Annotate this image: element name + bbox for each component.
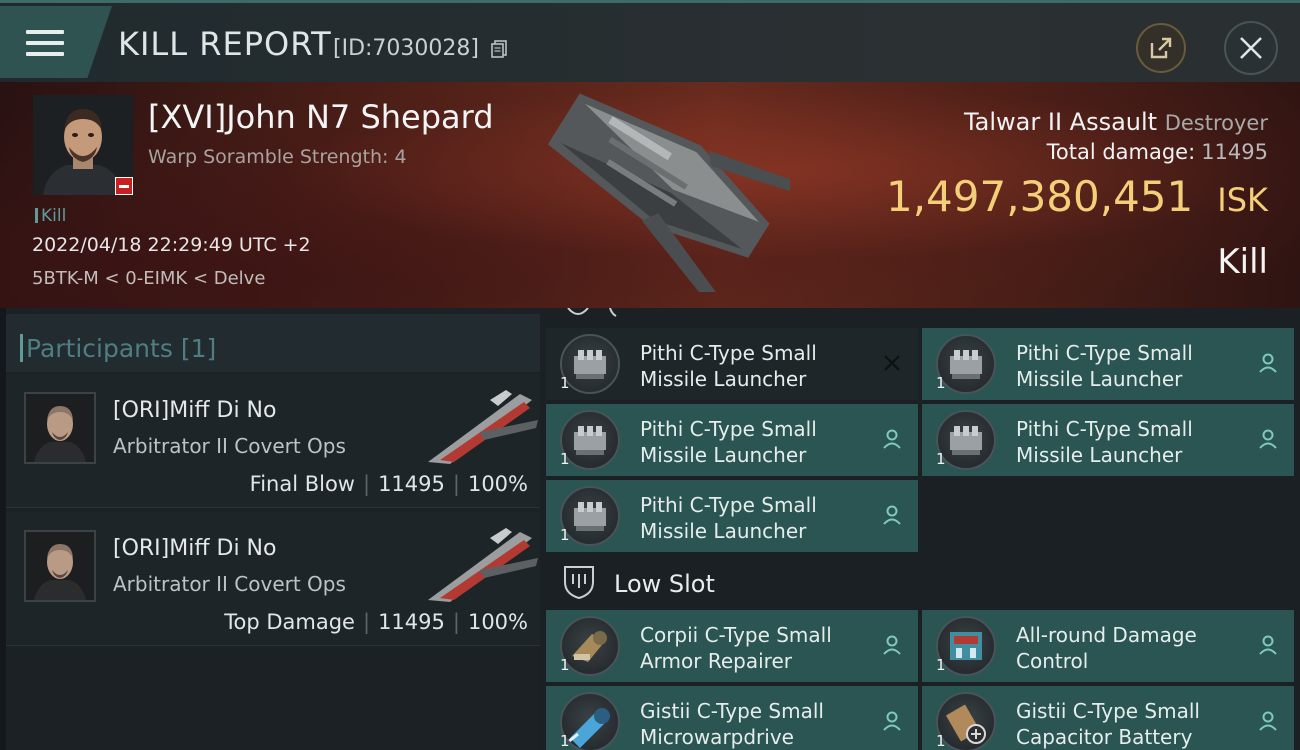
kill-location[interactable]: 5BTK-M < 0-EIMK < Delve xyxy=(32,268,265,289)
module-item[interactable]: 1 Gistii C-Type Small Microwarpdrive xyxy=(546,686,918,750)
module-item[interactable]: 1 Pithi C-Type Small Missile Launcher xyxy=(546,328,918,400)
low-slot-header: Low Slot xyxy=(540,558,1300,608)
kill-tag: Kill xyxy=(35,206,66,226)
participant-name[interactable]: [ORI]Miff Di No xyxy=(113,536,276,561)
shield-slot-icon xyxy=(567,308,617,317)
module-name: All-round Damage Control xyxy=(1016,623,1197,673)
module-quantity: 1 xyxy=(560,374,570,392)
participants-panel: Participants [1] [ORI]Miff Di No Arbitra… xyxy=(6,308,540,750)
menu-button[interactable] xyxy=(0,6,112,78)
participant-percent: 100% xyxy=(467,610,528,634)
participant-ship-image[interactable] xyxy=(420,382,540,468)
victim-ship-class: Destroyer xyxy=(1164,111,1268,135)
participant-ship: Arbitrator II Covert Ops xyxy=(113,434,346,458)
participant-stats: Final Blow | 11495 | 100% xyxy=(249,472,528,496)
module-quantity: 1 xyxy=(936,374,946,392)
participants-count: [1] xyxy=(180,334,217,363)
victim-ship-name: Talwar II Assault xyxy=(963,108,1158,136)
top-bar: KILL REPORT [ID:7030028] xyxy=(0,0,1300,82)
close-icon xyxy=(1240,37,1262,59)
person-icon xyxy=(883,711,901,731)
module-quantity: 1 xyxy=(560,450,570,468)
module-item[interactable]: 1 Corpii C-Type Small Armor Repairer xyxy=(546,610,918,682)
share-icon xyxy=(1150,37,1172,59)
kill-id: [ID:7030028] xyxy=(333,36,479,61)
participant-ship-image[interactable] xyxy=(420,520,540,606)
module-item[interactable]: 1 Gistii C-Type Small Capacitor Battery xyxy=(922,686,1294,750)
shield-slot-icon xyxy=(564,566,594,600)
participant-card[interactable]: [ORI]Miff Di No Arbitrator II Covert Ops… xyxy=(6,512,540,646)
victim-ship-image[interactable] xyxy=(520,88,790,292)
isk-loss: 1,497,380,451 ISK xyxy=(886,172,1268,221)
module-item[interactable]: 1 Pithi C-Type Small Missile Launcher xyxy=(922,404,1294,476)
isk-unit: ISK xyxy=(1217,181,1268,219)
participant-percent: 100% xyxy=(467,472,528,496)
participant-stats: Top Damage | 11495 | 100% xyxy=(224,610,528,634)
participant-role: Final Blow xyxy=(249,472,355,496)
menu-icon[interactable] xyxy=(26,30,64,58)
result-label: Kill xyxy=(1217,242,1268,282)
module-quantity: 1 xyxy=(560,526,570,544)
module-item[interactable]: 1 Pithi C-Type Small Missile Launcher xyxy=(546,404,918,476)
module-name: Pithi C-Type Small Missile Launcher xyxy=(1016,417,1193,467)
page-title: KILL REPORT xyxy=(118,25,332,63)
module-quantity: 1 xyxy=(936,450,946,468)
low-slot-title: Low Slot xyxy=(614,570,715,598)
module-item[interactable]: 1 All-round Damage Control xyxy=(922,610,1294,682)
person-icon xyxy=(1259,429,1277,449)
person-icon xyxy=(1259,635,1277,655)
module-name: Pithi C-Type Small Missile Launcher xyxy=(1016,341,1193,391)
close-button[interactable] xyxy=(1224,21,1278,75)
module-quantity: 1 xyxy=(936,732,946,750)
person-icon xyxy=(883,635,901,655)
copy-icon[interactable] xyxy=(490,39,510,59)
participants-title: Participants [1] xyxy=(19,334,217,363)
kill-tag-label: Kill xyxy=(41,206,67,226)
module-name: Pithi C-Type Small Missile Launcher xyxy=(640,341,817,391)
participant-ship: Arbitrator II Covert Ops xyxy=(113,572,346,596)
total-damage-label: Total damage: xyxy=(1046,140,1196,164)
module-quantity: 1 xyxy=(936,656,946,674)
module-name: Corpii C-Type Small Armor Repairer xyxy=(640,623,832,673)
module-name: Pithi C-Type Small Missile Launcher xyxy=(640,493,817,543)
participant-avatar[interactable] xyxy=(24,392,96,464)
participant-damage: 11495 xyxy=(378,610,445,634)
module-name: Pithi C-Type Small Missile Launcher xyxy=(640,417,817,467)
module-name: Gistii C-Type Small Microwarpdrive xyxy=(640,699,824,749)
faction-badge xyxy=(115,177,133,195)
total-damage: Total damage: 11495 xyxy=(1047,140,1268,164)
module-quantity: 1 xyxy=(560,656,570,674)
participant-role: Top Damage xyxy=(224,610,355,634)
participant-card[interactable]: [ORI]Miff Di No Arbitrator II Covert Ops… xyxy=(6,374,540,508)
participant-damage: 11495 xyxy=(378,472,445,496)
modules-panel: 1 Pithi C-Type Small Missile Launcher 1 P… xyxy=(540,308,1300,750)
x-icon xyxy=(884,355,900,371)
person-icon xyxy=(1259,353,1277,373)
total-damage-value: 11495 xyxy=(1201,140,1268,164)
person-icon xyxy=(1259,711,1277,731)
share-button[interactable] xyxy=(1136,23,1186,73)
victim-ship[interactable]: Talwar II Assault Destroyer xyxy=(964,108,1268,136)
module-quantity: 1 xyxy=(560,732,570,750)
warp-scramble-strength: Warp Soramble Strength: 4 xyxy=(148,146,407,168)
participant-name[interactable]: [ORI]Miff Di No xyxy=(113,398,276,423)
participants-header: Participants [1] xyxy=(6,314,540,372)
module-item[interactable]: 1 Pithi C-Type Small Missile Launcher xyxy=(922,328,1294,400)
module-item[interactable]: 1 Pithi C-Type Small Missile Launcher xyxy=(546,480,918,552)
victim-pilot-name[interactable]: [XVI]John N7 Shepard xyxy=(148,98,494,136)
isk-value: 1,497,380,451 xyxy=(885,172,1194,221)
victim-banner: [XVI]John N7 Shepard Warp Soramble Stren… xyxy=(0,82,1300,308)
person-icon xyxy=(883,505,901,525)
participants-title-label: Participants xyxy=(26,334,173,363)
kill-datetime: 2022/04/18 22:29:49 UTC +2 xyxy=(32,234,311,256)
person-icon xyxy=(883,429,901,449)
participant-avatar[interactable] xyxy=(24,530,96,602)
module-name: Gistii C-Type Small Capacitor Battery xyxy=(1016,699,1200,749)
